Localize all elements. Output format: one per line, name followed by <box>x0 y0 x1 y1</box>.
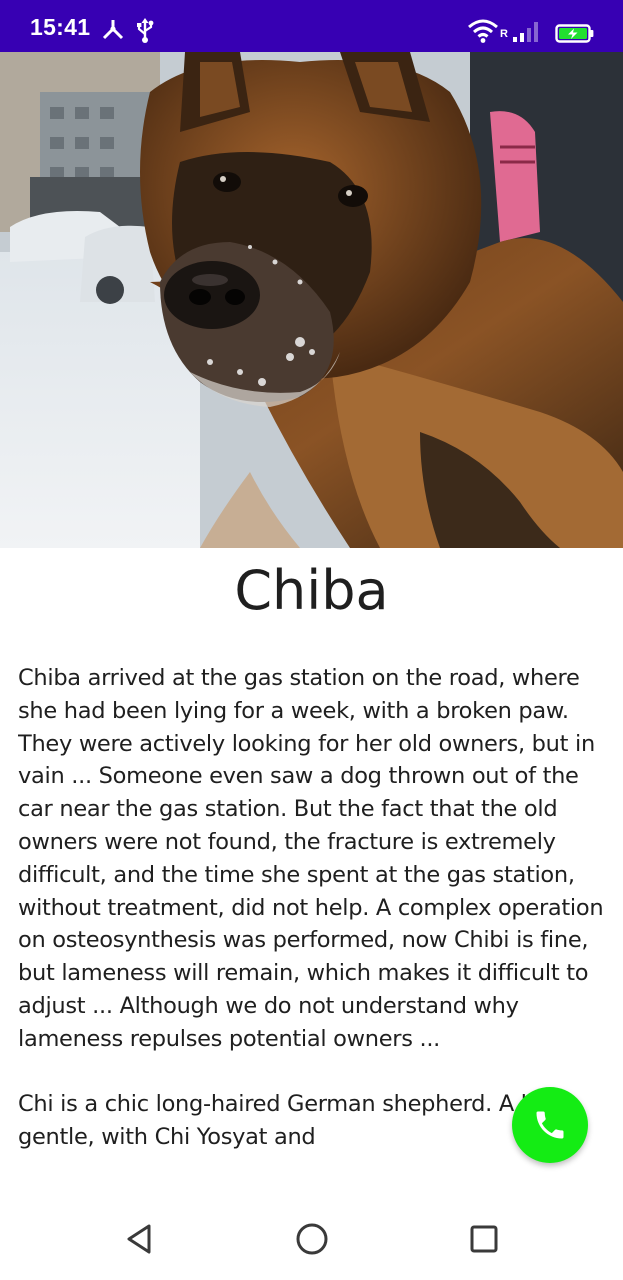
recents-icon <box>469 1224 499 1254</box>
wifi-icon <box>468 19 498 47</box>
status-bar: 15:41 R <box>0 0 623 52</box>
back-icon <box>124 1223 154 1255</box>
pet-name-title: Chiba <box>234 559 389 622</box>
signal-icon <box>512 21 542 47</box>
home-icon <box>295 1222 329 1256</box>
usb-icon <box>136 18 154 48</box>
pet-detail-screen: 15:41 R Chiba Chiba arrived at the gas s… <box>0 0 623 1280</box>
pet-photo <box>0 52 623 548</box>
back-button[interactable] <box>117 1217 161 1261</box>
roaming-indicator: R <box>500 28 508 40</box>
phone-icon <box>532 1107 568 1143</box>
recents-button[interactable] <box>462 1217 506 1261</box>
system-navigation-bar <box>0 1197 623 1280</box>
home-button[interactable] <box>290 1217 334 1261</box>
call-button[interactable] <box>512 1087 588 1163</box>
status-time: 15:41 <box>30 14 91 40</box>
network-share-icon <box>101 19 125 45</box>
battery-charging-icon <box>555 24 595 48</box>
pet-description: Chiba arrived at the gas station on the … <box>18 665 604 1151</box>
